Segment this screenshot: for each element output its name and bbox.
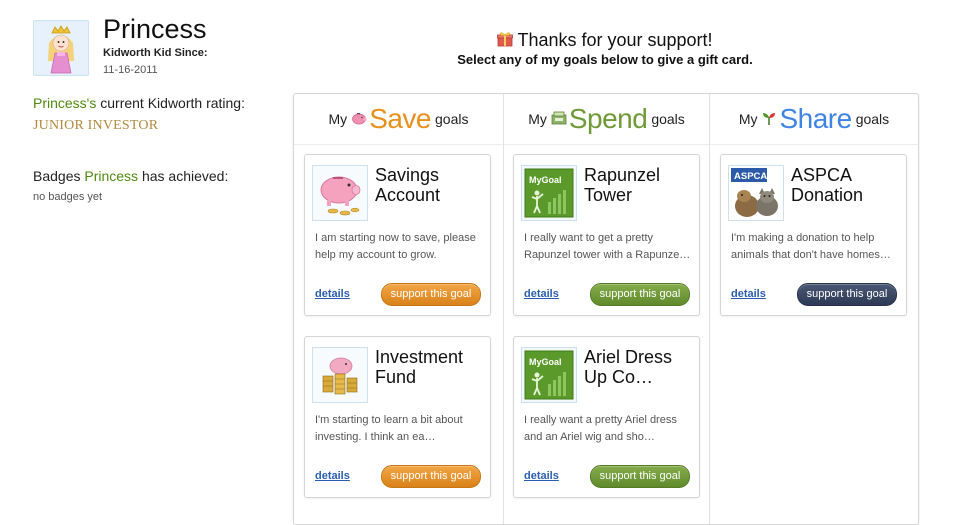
support-goal-button[interactable]: support this goal <box>797 283 897 306</box>
gift-icon <box>497 31 514 52</box>
rating-value: JUNIOR INVESTOR <box>33 118 159 133</box>
header-spend-word: Spend <box>568 103 648 134</box>
seedling-icon <box>761 110 777 129</box>
goal-title: Investment Fund <box>375 347 464 387</box>
cash-register-icon <box>551 111 567 128</box>
member-since-label: Kidworth Kid Since: <box>103 47 208 59</box>
support-goal-button[interactable]: support this goal <box>590 283 690 306</box>
avatar <box>33 20 89 76</box>
goal-description: I am starting now to save, please help m… <box>315 232 476 261</box>
no-badges-text: no badges yet <box>33 191 103 203</box>
header-goals-text: goals <box>435 111 469 127</box>
header-my-text: My <box>328 111 348 127</box>
column-divider <box>709 94 710 524</box>
thanks-heading: Thanks for your support! <box>290 30 920 52</box>
aspca-logo-icon: ASPCA <box>729 166 783 220</box>
goal-thumbnail: MyGoal <box>521 347 577 403</box>
goal-card-ariel-dress-up: MyGoal Ariel Dress Up Co… I really want … <box>513 336 700 498</box>
goal-details-link[interactable]: details <box>315 288 350 300</box>
profile-name: Princess <box>103 14 207 44</box>
goal-card-aspca-donation: ASPCA ASPCA Donation I'm making a donati… <box>720 154 907 316</box>
piggy-bank-icon <box>313 166 367 220</box>
goal-thumbnail <box>312 347 368 403</box>
save-column-header: My Save goals <box>294 94 503 145</box>
goal-details-link[interactable]: details <box>524 470 559 482</box>
spend-column-header: My Spend goals <box>504 94 709 145</box>
goal-title: ASPCA Donation <box>791 165 864 205</box>
rating-kid-name: Princess's <box>33 95 97 111</box>
goal-card-investment-fund: Investment Fund I'm starting to learn a … <box>304 336 491 498</box>
goal-details-link[interactable]: details <box>524 288 559 300</box>
thanks-text: Thanks for your support! <box>517 30 713 50</box>
column-divider <box>503 94 504 524</box>
goal-details-link[interactable]: details <box>731 288 766 300</box>
piggy-bank-icon <box>351 111 367 128</box>
mygoal-logo-icon: MyGoal <box>524 350 574 400</box>
header-share-word: Share <box>779 103 852 134</box>
goal-card-savings-account: Savings Account I am starting now to sav… <box>304 154 491 316</box>
goal-description: I really want to get a pretty Rapunzel t… <box>524 232 691 261</box>
mygoal-logo-text: MyGoal <box>529 357 562 367</box>
mygoal-logo-icon: MyGoal <box>524 168 574 218</box>
select-goals-instruction: Select any of my goals below to give a g… <box>457 52 753 67</box>
header-save-word: Save <box>369 103 432 134</box>
goal-title: Savings Account <box>375 165 441 205</box>
rating-label: Princess's current Kidworth rating: <box>33 95 245 111</box>
goals-panel: My Save goals My Spend goals My Share go… <box>293 93 919 525</box>
share-column-header: My Share goals <box>710 94 918 145</box>
mygoal-logo-text: MyGoal <box>529 175 562 185</box>
goal-description: I'm making a donation to help animals th… <box>731 232 891 261</box>
goal-title: Ariel Dress Up Co… <box>584 347 673 387</box>
badges-label: Badges Princess has achieved: <box>33 168 228 184</box>
aspca-logo-text: ASPCA <box>734 171 767 182</box>
header-goals-text: goals <box>855 111 890 127</box>
badges-prefix: Badges <box>33 168 85 184</box>
goal-title: Rapunzel Tower <box>584 165 661 205</box>
support-goal-button[interactable]: support this goal <box>381 283 481 306</box>
header-goals-text: goals <box>651 111 685 127</box>
princess-avatar-icon <box>34 21 88 75</box>
goal-description: I really want a pretty Ariel dress and a… <box>524 414 677 443</box>
badges-suffix: has achieved: <box>138 168 229 184</box>
goal-thumbnail: MyGoal <box>521 165 577 221</box>
goal-thumbnail: ASPCA <box>728 165 784 221</box>
goal-thumbnail <box>312 165 368 221</box>
badges-kid-name: Princess <box>84 168 139 184</box>
rating-label-text: current Kidworth rating: <box>96 95 245 111</box>
support-goal-button[interactable]: support this goal <box>381 465 481 488</box>
coin-stack-icon <box>313 348 367 402</box>
support-goal-button[interactable]: support this goal <box>590 465 690 488</box>
header-my-text: My <box>738 111 758 127</box>
member-since-date: 11-16-2011 <box>103 64 158 76</box>
header-my-text: My <box>528 111 547 127</box>
goal-card-rapunzel-tower: MyGoal Rapunzel Tower I really want to g… <box>513 154 700 316</box>
goal-description: I'm starting to learn a bit about invest… <box>315 414 463 443</box>
goal-details-link[interactable]: details <box>315 470 350 482</box>
